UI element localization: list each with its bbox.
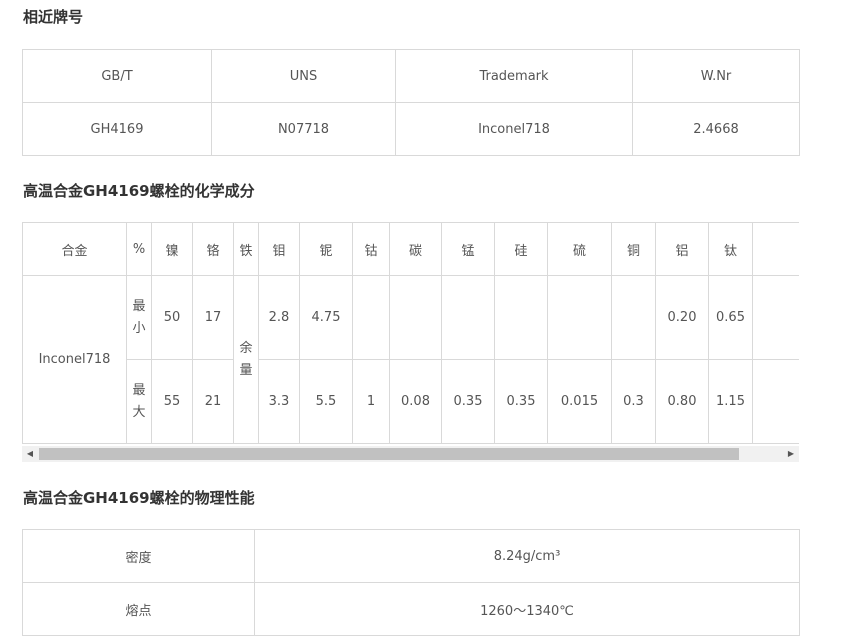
alloy-name-cell: Inconel718	[22, 275, 127, 444]
table-cell	[494, 275, 548, 360]
table-cell: 0.80	[655, 359, 709, 444]
table-header-cell: 钴	[352, 222, 390, 276]
table-cell: GH4169	[22, 102, 212, 156]
table-header-cell: GB/T	[22, 49, 212, 103]
melting-point-value-cell: 1260～1340℃	[254, 582, 800, 636]
max-label-cell: 最大	[126, 359, 152, 444]
table-header-cell: 硫	[547, 222, 612, 276]
table-cell: 4.75	[299, 275, 353, 360]
scroll-right-arrow-icon[interactable]: ▶	[783, 446, 799, 462]
section-title-chemical-composition: 高温合金GH4169螺栓的化学成分	[23, 182, 255, 200]
melting-point-label-cell: 熔点	[22, 582, 255, 636]
density-label-cell: 密度	[22, 529, 255, 583]
table-row: GH4169 N07718 Inconel718 2.4668	[22, 102, 800, 156]
table-cell: 3.3	[258, 359, 300, 444]
table-header-cell: 硅	[494, 222, 548, 276]
table-cell: 0.3	[611, 359, 656, 444]
table-header-cell: %	[126, 222, 152, 276]
table-header-cell: W.Nr	[632, 49, 800, 103]
density-value-cell: 8.24g/cm³	[254, 529, 800, 583]
table-header-cell	[752, 222, 799, 276]
table-header-cell: 镍	[151, 222, 193, 276]
table-header-cell: 钛	[708, 222, 753, 276]
table-cell: 1.15	[708, 359, 753, 444]
table-row: Inconel718 最小 50 17 余量 2.8 4.75 0.20 0.6…	[22, 275, 799, 444]
chemical-composition-scroll-area[interactable]: 合金 % 镍 铬 铁 钼 铌 钴 碳 锰 硅 硫 铜 铝 钛 Inconel71…	[22, 222, 799, 446]
table-cell: 1	[352, 359, 390, 444]
table-header-cell: UNS	[211, 49, 396, 103]
table-cell: Inconel718	[395, 102, 633, 156]
table-row: GB/T UNS Trademark W.Nr	[22, 49, 800, 103]
table-cell: 17	[192, 275, 234, 360]
table-cell	[352, 275, 390, 360]
table-cell	[752, 275, 799, 360]
table-header-cell: Trademark	[395, 49, 633, 103]
table-row: 最大 55 21 3.3 5.5 1 0.08 0.35 0.35 0.015 …	[23, 359, 799, 444]
table-cell: 50	[151, 275, 193, 360]
table-cell: 55	[151, 359, 193, 444]
table-row: 熔点 1260～1340℃	[22, 582, 800, 636]
table-header-cell: 碳	[389, 222, 442, 276]
table-cell: 2.4668	[632, 102, 800, 156]
table-cell: 2.8	[258, 275, 300, 360]
table-cell: 0.08	[389, 359, 442, 444]
table-header-cell: 铜	[611, 222, 656, 276]
similar-grades-table: GB/T UNS Trademark W.Nr GH4169 N07718 In…	[22, 49, 800, 156]
table-cell	[389, 275, 442, 360]
table-cell: 5.5	[299, 359, 353, 444]
table-cell: 0.65	[708, 275, 753, 360]
table-cell	[611, 275, 656, 360]
table-header-cell: 合金	[22, 222, 127, 276]
table-header-cell: 锰	[441, 222, 495, 276]
table-cell: 0.015	[547, 359, 612, 444]
table-cell	[441, 275, 495, 360]
min-label-cell: 最小	[126, 275, 152, 360]
iron-balance-cell: 余量	[233, 275, 259, 444]
section-title-physical-properties: 高温合金GH4169螺栓的物理性能	[23, 489, 255, 507]
scrollbar-thumb[interactable]	[39, 448, 739, 460]
physical-properties-table: 密度 8.24g/cm³ 熔点 1260～1340℃	[22, 529, 800, 636]
table-cell: 0.35	[441, 359, 495, 444]
table-cell: 0.20	[655, 275, 709, 360]
table-cell: 21	[192, 359, 234, 444]
table-cell	[547, 275, 612, 360]
table-cell: 0.35	[494, 359, 548, 444]
section-title-similar-grades: 相近牌号	[23, 8, 84, 26]
table-cell: N07718	[211, 102, 396, 156]
table-row: 合金 % 镍 铬 铁 钼 铌 钴 碳 锰 硅 硫 铜 铝 钛	[22, 222, 799, 276]
table-header-cell: 铌	[299, 222, 353, 276]
table-header-cell: 铁	[233, 222, 259, 276]
table-cell	[752, 359, 799, 444]
table-row: 密度 8.24g/cm³	[22, 529, 800, 583]
table-header-cell: 铝	[655, 222, 709, 276]
table-header-cell: 铬	[192, 222, 234, 276]
table-header-cell: 钼	[258, 222, 300, 276]
scroll-left-arrow-icon[interactable]: ◀	[22, 446, 38, 462]
chemical-composition-table: 合金 % 镍 铬 铁 钼 铌 钴 碳 锰 硅 硫 铜 铝 钛 Inconel71…	[22, 222, 799, 444]
horizontal-scrollbar[interactable]: ◀ ▶	[22, 446, 799, 462]
